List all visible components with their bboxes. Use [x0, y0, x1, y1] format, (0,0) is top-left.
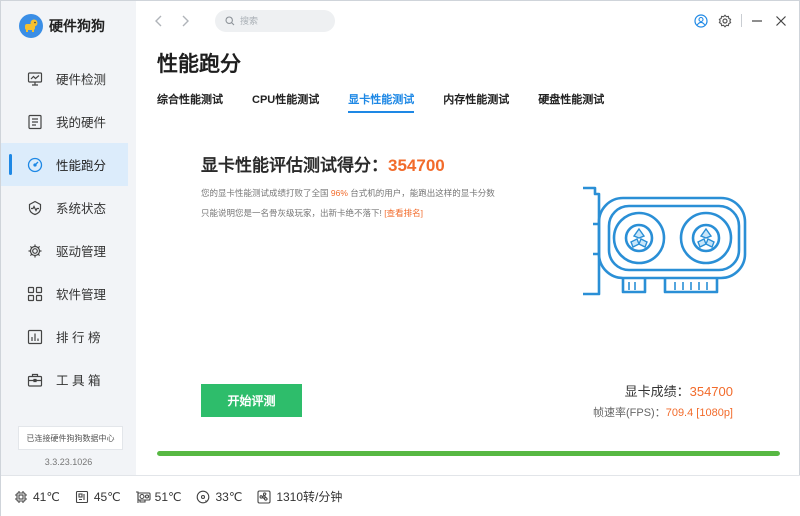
app-version: 3.3.23.1026 — [44, 457, 93, 467]
apps-icon — [26, 285, 44, 303]
search-box[interactable] — [215, 10, 335, 32]
score-description: 您的显卡性能测试成绩打败了全国 96% 台式机的用户，能跑出这样的显卡分数只能说… — [201, 183, 501, 223]
sidebar-item-label: 系统状态 — [56, 202, 107, 216]
sidebar: 硬件狗狗 硬件检测 我的硬件 性能跑分 系统状态 驱动管理 软件管理 排 行 榜… — [1, 1, 136, 475]
cpu-temperature: 41℃ — [13, 489, 60, 505]
motherboard-temp-value: 45℃ — [93, 489, 121, 504]
start-benchmark-button[interactable]: 开始评测 — [201, 384, 302, 417]
dog-logo-icon — [19, 14, 43, 38]
disk-temperature: 33℃ — [195, 489, 242, 505]
user-icon — [694, 14, 708, 28]
progress-fill — [157, 451, 780, 456]
shield-icon — [26, 199, 44, 217]
score-heading-label: 显卡性能评估测试得分： — [201, 156, 388, 175]
tab-disk[interactable]: 硬盘性能测试 — [538, 91, 604, 113]
fps-value: 709.4 [1080p] — [665, 407, 733, 419]
back-button[interactable] — [149, 11, 169, 31]
desc-text-1: 您的显卡性能测试成绩打败了全国 — [201, 188, 331, 198]
cpu-temp-value: 41℃ — [33, 489, 60, 504]
desc-percent: 96% — [330, 188, 348, 198]
chevron-right-icon — [182, 15, 189, 27]
gpu-temp-value: 51℃ — [154, 489, 182, 504]
sidebar-item-label: 我的硬件 — [56, 116, 107, 130]
page-title: 性能跑分 — [157, 53, 241, 76]
search-icon — [225, 16, 235, 26]
app-name: 硬件狗狗 — [49, 18, 105, 34]
close-icon — [776, 16, 786, 26]
tab-gpu[interactable]: 显卡性能测试 — [348, 91, 415, 113]
titlebar-divider — [741, 14, 742, 27]
gpu-score-value: 354700 — [689, 384, 733, 399]
sidebar-item-hardware-detect[interactable]: 硬件检测 — [1, 57, 136, 100]
fps-label: 帧速率(FPS)： — [592, 407, 666, 419]
gpu-icon — [135, 489, 151, 505]
settings-icon — [718, 14, 732, 28]
fan-speed-value: 1310转/分钟 — [276, 490, 343, 504]
sidebar-item-label: 驱动管理 — [56, 245, 107, 259]
sidebar-item-label: 排 行 榜 — [56, 331, 101, 345]
sidebar-item-ranking[interactable]: 排 行 榜 — [1, 315, 136, 358]
view-ranking-link[interactable]: [查看排名] — [384, 208, 423, 218]
gear-icon — [26, 242, 44, 260]
sidebar-item-driver-management[interactable]: 驱动管理 — [1, 229, 136, 272]
brand: 硬件狗狗 — [19, 13, 105, 39]
chevron-left-icon — [155, 15, 162, 27]
fan-icon — [256, 489, 272, 505]
monitor-icon — [26, 70, 44, 88]
close-button[interactable] — [772, 12, 790, 30]
connection-status: 已连接硬件狗狗数据中心 — [18, 426, 123, 450]
sidebar-item-software-management[interactable]: 软件管理 — [1, 272, 136, 315]
cpu-icon — [13, 489, 29, 505]
search-input[interactable] — [240, 16, 320, 26]
benchmark-progress-bar — [157, 451, 780, 456]
gpu-score-label: 显卡成绩： — [624, 384, 690, 399]
result-panel: 显卡成绩：354700 帧速率(FPS)：709.4 [1080p] — [593, 381, 733, 420]
sidebar-item-my-hardware[interactable]: 我的硬件 — [1, 100, 136, 143]
disk-icon — [195, 489, 211, 505]
motherboard-icon — [74, 489, 90, 505]
fan-speed: 1310转/分钟 — [256, 488, 342, 505]
benchmark-tabs: 综合性能测试 CPU性能测试 显卡性能测试 内存性能测试 硬盘性能测试 — [157, 91, 633, 113]
sidebar-item-label: 软件管理 — [56, 288, 107, 302]
sidebar-nav: 硬件检测 我的硬件 性能跑分 系统状态 驱动管理 软件管理 排 行 榜 工 具 … — [1, 57, 136, 401]
sidebar-item-system-status[interactable]: 系统状态 — [1, 186, 136, 229]
gpu-temperature: 51℃ — [135, 489, 182, 505]
score-heading: 显卡性能评估测试得分：354700 — [201, 151, 445, 176]
sidebar-item-label: 工 具 箱 — [56, 374, 101, 388]
settings-button[interactable] — [716, 12, 734, 30]
status-bar: 41℃ 45℃ 51℃ 33℃ 1310转/分钟 — [1, 475, 800, 516]
user-button[interactable] — [692, 12, 710, 30]
tab-memory[interactable]: 内存性能测试 — [443, 91, 509, 113]
top-bar — [136, 1, 800, 41]
disk-temp-value: 33℃ — [215, 489, 243, 504]
tab-overall[interactable]: 综合性能测试 — [157, 91, 223, 113]
graphics-card-icon — [583, 186, 747, 296]
fps-line: 帧速率(FPS)：709.4 [1080p] — [593, 404, 733, 420]
chart-icon — [26, 328, 44, 346]
minimize-icon — [752, 20, 762, 22]
score-value: 354700 — [388, 156, 445, 175]
minimize-button[interactable] — [748, 12, 766, 30]
forward-button[interactable] — [175, 11, 195, 31]
motherboard-temperature: 45℃ — [74, 489, 121, 505]
sidebar-item-label: 性能跑分 — [56, 159, 107, 173]
sidebar-item-benchmark[interactable]: 性能跑分 — [1, 143, 128, 186]
list-icon — [26, 113, 44, 131]
gpu-score-line: 显卡成绩：354700 — [593, 381, 733, 400]
app-window: 硬件狗狗 硬件检测 我的硬件 性能跑分 系统状态 驱动管理 软件管理 排 行 榜… — [0, 0, 800, 516]
tab-cpu[interactable]: CPU性能测试 — [252, 91, 319, 113]
sidebar-item-toolbox[interactable]: 工 具 箱 — [1, 358, 136, 401]
sidebar-item-label: 硬件检测 — [56, 73, 107, 87]
toolbox-icon — [26, 371, 44, 389]
speedometer-icon — [26, 156, 44, 174]
